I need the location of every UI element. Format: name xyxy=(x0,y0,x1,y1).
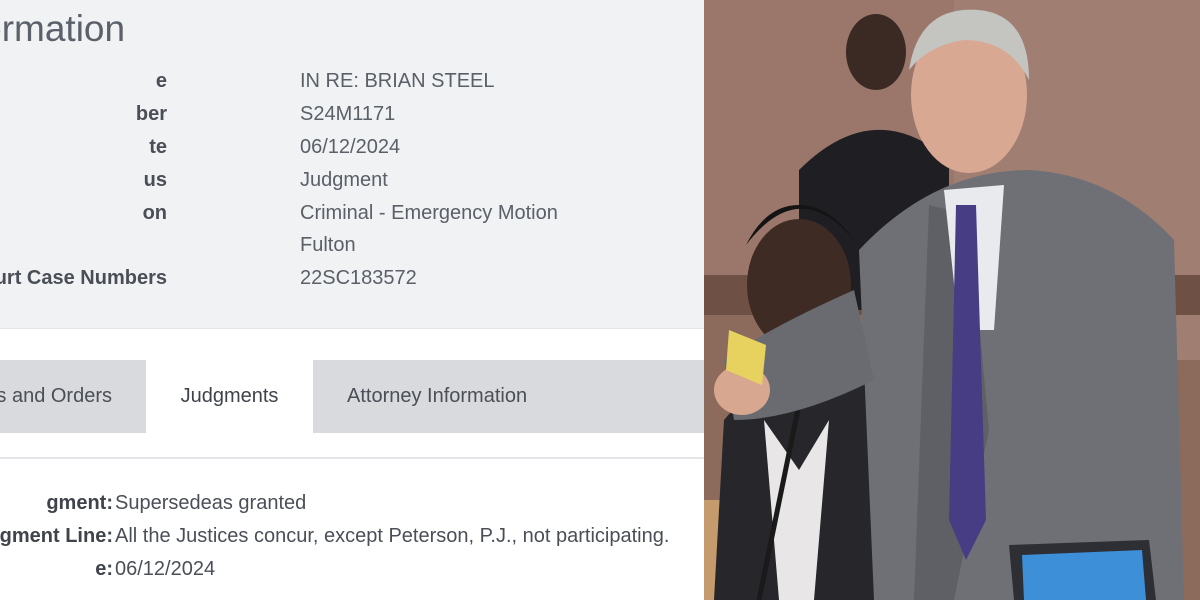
info-label: ber xyxy=(135,103,167,125)
tab-bar: s and Orders Judgments Attorney Informat… xyxy=(0,360,704,433)
info-row-status: us Judgment xyxy=(0,169,704,201)
judgment-line-label: gment Line: xyxy=(0,525,113,547)
tab-label: Attorney Information xyxy=(347,385,528,407)
judgment-date-value: 06/12/2024 xyxy=(115,558,216,580)
courtroom-photo-icon xyxy=(704,0,1200,600)
info-label: urt Case Numbers xyxy=(0,267,167,289)
judgment-value: Supersedeas granted xyxy=(115,492,307,514)
judgment-line-value: All the Justices concur, except Peterson… xyxy=(115,525,670,547)
info-value: S24M1171 xyxy=(300,103,396,125)
info-value: Criminal - Emergency Motion xyxy=(300,202,558,224)
case-information-panel: Information e IN RE: BRIAN STEEL ber S24… xyxy=(0,0,704,600)
tab-label: s and Orders xyxy=(0,385,112,407)
info-label: te xyxy=(149,136,167,158)
judgment-label: gment: xyxy=(46,492,113,514)
info-row-county: Fulton xyxy=(0,234,704,266)
info-value: Judgment xyxy=(300,169,388,191)
info-label: on xyxy=(142,202,167,224)
judgment-date-row: e: 06/12/2024 xyxy=(0,558,704,590)
courtroom-photo xyxy=(704,0,1200,600)
section-title: Information xyxy=(0,8,126,49)
tab-attorney-information[interactable]: Attorney Information xyxy=(347,360,527,433)
judgment-line-row: gment Line: All the Justices concur, exc… xyxy=(0,525,704,557)
info-label: e xyxy=(155,70,167,92)
info-row-date: te 06/12/2024 xyxy=(0,136,704,168)
judgment-date-label: e: xyxy=(95,558,113,580)
info-row-style: e IN RE: BRIAN STEEL xyxy=(0,70,704,102)
tab-judgments[interactable]: Judgments xyxy=(146,360,313,433)
tab-label: Judgments xyxy=(180,385,279,407)
info-row-lower-court-case-numbers: urt Case Numbers 22SC183572 xyxy=(0,267,704,299)
tab-divider xyxy=(0,457,704,459)
info-value: 22SC183572 xyxy=(300,267,417,289)
info-row-classification: on Criminal - Emergency Motion xyxy=(0,202,704,234)
tab-dockets-and-orders[interactable]: s and Orders xyxy=(0,360,146,433)
info-value: 06/12/2024 xyxy=(300,136,401,158)
judgment-row: gment: Supersedeas granted xyxy=(0,492,704,524)
info-value: Fulton xyxy=(300,234,356,256)
info-label: us xyxy=(143,169,167,191)
case-info-section: Information e IN RE: BRIAN STEEL ber S24… xyxy=(0,0,704,328)
info-row-number: ber S24M1171 xyxy=(0,103,704,135)
section-divider xyxy=(0,328,704,329)
info-value: IN RE: BRIAN STEEL xyxy=(300,70,495,92)
